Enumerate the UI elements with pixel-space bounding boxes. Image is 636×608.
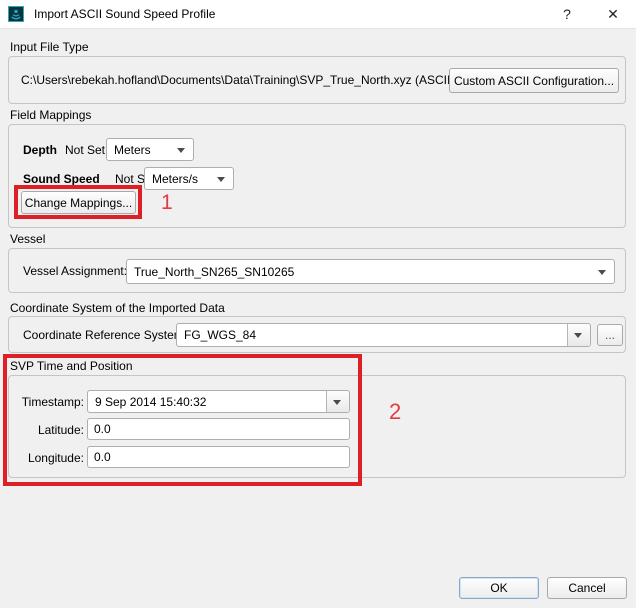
- vessel-assignment-value: True_North_SN265_SN10265: [134, 265, 294, 279]
- chevron-down-icon: [177, 148, 185, 153]
- field-mappings-groupbox: Depth Not Set Meters Sound Speed Not Set…: [8, 124, 626, 228]
- svp-time-position-groupbox: Timestamp: 9 Sep 2014 15:40:32 Latitude:…: [8, 375, 626, 478]
- chevron-down-icon: [217, 177, 225, 182]
- latitude-field[interactable]: [87, 418, 350, 440]
- sound-speed-unit-dropdown[interactable]: Meters/s: [144, 167, 234, 190]
- chevron-down-icon: [598, 270, 606, 275]
- timestamp-dropdown-button[interactable]: [326, 391, 349, 412]
- depth-label: Depth: [23, 143, 57, 157]
- annotation-marker-1: 1: [161, 191, 173, 215]
- timestamp-combobox[interactable]: 9 Sep 2014 15:40:32: [87, 390, 350, 413]
- chevron-down-icon: [333, 400, 341, 405]
- coordinate-system-groupbox: Coordinate Reference System: FG_WGS_84 .…: [8, 316, 626, 353]
- vessel-groupbox: Vessel Assignment: True_North_SN265_SN10…: [8, 248, 626, 293]
- input-file-path: C:\Users\rebekah.hofland\Documents\Data\…: [21, 73, 481, 87]
- depth-unit-dropdown[interactable]: Meters: [106, 138, 194, 161]
- input-file-type-section-label: Input File Type: [10, 40, 89, 54]
- coordinate-system-section-label: Coordinate System of the Imported Data: [10, 301, 225, 315]
- change-mappings-button[interactable]: Change Mappings...: [21, 191, 136, 214]
- timestamp-value: 9 Sep 2014 15:40:32: [95, 395, 206, 409]
- vessel-assignment-dropdown[interactable]: True_North_SN265_SN10265: [126, 259, 615, 284]
- crs-label: Coordinate Reference System:: [23, 328, 187, 342]
- window-title: Import ASCII Sound Speed Profile: [34, 7, 215, 21]
- input-file-type-groupbox: C:\Users\rebekah.hofland\Documents\Data\…: [8, 56, 626, 104]
- svp-time-position-section-label: SVP Time and Position: [10, 359, 133, 373]
- import-ascii-sound-speed-dialog: Import ASCII Sound Speed Profile ? ✕ Inp…: [0, 0, 636, 608]
- chevron-down-icon: [574, 333, 582, 338]
- sound-speed-unit-value: Meters/s: [152, 172, 198, 186]
- cancel-button[interactable]: Cancel: [547, 577, 627, 599]
- crs-combobox[interactable]: FG_WGS_84: [176, 323, 591, 347]
- timestamp-label: Timestamp:: [13, 395, 84, 409]
- depth-unit-value: Meters: [114, 143, 151, 157]
- sound-speed-label: Sound Speed: [23, 172, 100, 186]
- depth-status: Not Set: [65, 143, 105, 157]
- ok-button[interactable]: OK: [459, 577, 539, 599]
- custom-ascii-configuration-button[interactable]: Custom ASCII Configuration...: [449, 68, 619, 93]
- crs-value: FG_WGS_84: [184, 328, 256, 342]
- vessel-section-label: Vessel: [10, 232, 45, 246]
- close-icon[interactable]: ✕: [603, 4, 623, 24]
- crs-browse-button[interactable]: ...: [597, 324, 623, 346]
- crs-dropdown-button[interactable]: [567, 324, 590, 346]
- latitude-label: Latitude:: [13, 423, 84, 437]
- vessel-assignment-label: Vessel Assignment:: [23, 264, 127, 278]
- field-mappings-section-label: Field Mappings: [10, 108, 91, 122]
- annotation-marker-2: 2: [389, 399, 401, 425]
- longitude-field[interactable]: [87, 446, 350, 468]
- help-button[interactable]: ?: [557, 4, 577, 24]
- title-bar: Import ASCII Sound Speed Profile ? ✕: [0, 0, 636, 29]
- longitude-label: Longitude:: [13, 451, 84, 465]
- sonar-app-icon: [8, 6, 24, 22]
